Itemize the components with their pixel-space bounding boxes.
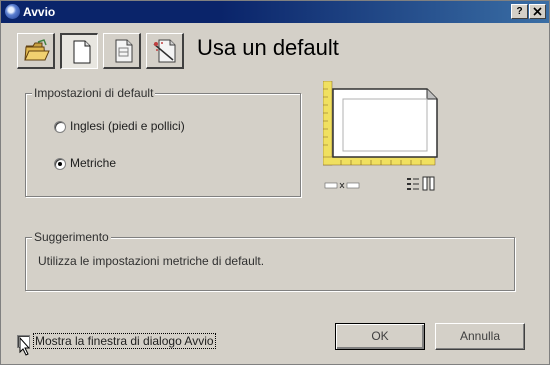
radio-imperial-label: Inglesi (piedi e pollici) <box>70 119 185 133</box>
page-title: Usa un default <box>197 35 339 60</box>
default-settings-legend: Impostazioni di default <box>32 86 156 100</box>
show-startup-checkbox-label[interactable]: Mostra la finestra di dialogo Avvio <box>33 333 216 349</box>
use-default-button[interactable] <box>60 33 98 69</box>
hint-text: Utilizza le impostazioni metriche di def… <box>38 254 265 268</box>
close-icon <box>533 7 542 16</box>
drawing-preview <box>323 81 438 191</box>
radio-button[interactable] <box>54 121 66 133</box>
app-globe-icon <box>5 4 20 19</box>
hint-group: Suggerimento Utilizza le impostazioni me… <box>25 230 515 291</box>
radio-button-selected[interactable] <box>54 158 66 170</box>
use-template-button[interactable] <box>103 33 141 69</box>
blank-document-icon <box>73 40 91 64</box>
hint-legend: Suggerimento <box>32 230 111 244</box>
mouse-cursor-icon <box>19 337 31 356</box>
folder-open-icon <box>24 39 50 61</box>
open-drawing-button[interactable] <box>17 33 55 69</box>
close-button[interactable] <box>529 4 546 19</box>
startup-dialog: Avvio ? Usa un default Impostazioni di d… <box>0 0 550 365</box>
help-button[interactable]: ? <box>511 4 528 19</box>
window-title: Avvio <box>23 5 56 19</box>
template-document-icon <box>115 39 133 63</box>
cancel-button[interactable]: Annulla <box>435 323 525 350</box>
ok-button[interactable]: OK <box>335 323 425 350</box>
title-bar[interactable]: Avvio ? <box>1 1 549 23</box>
default-settings-group: Impostazioni di default Inglesi (piedi e… <box>25 86 301 197</box>
radio-metric-label: Metriche <box>70 156 117 170</box>
use-wizard-button[interactable] <box>146 33 184 69</box>
wizard-document-icon <box>153 39 176 63</box>
